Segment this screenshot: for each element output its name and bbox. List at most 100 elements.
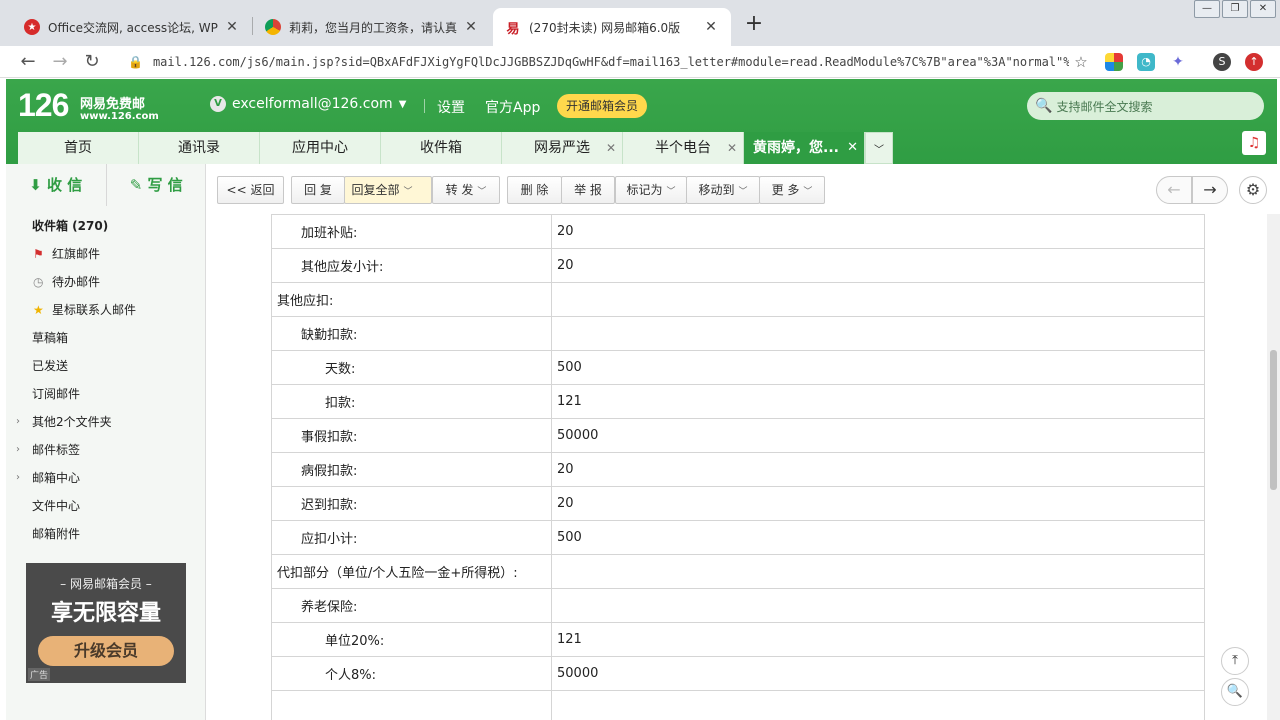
chevron-down-icon: ﹀ — [738, 187, 748, 197]
browser-tab-office[interactable]: ★ Office交流网, access论坛, WPS办 ✕ — [12, 8, 252, 46]
compose-button[interactable]: ✎ 写 信 — [107, 164, 207, 206]
sidebar-item-red-flag[interactable]: ⚑ 红旗邮件 — [6, 240, 206, 268]
salary-item-value: 20 — [551, 248, 1205, 283]
music-icon[interactable]: ♫ — [1242, 131, 1266, 155]
minimize-icon[interactable]: — — [1194, 0, 1220, 18]
app-link[interactable]: 官方App — [485, 97, 540, 117]
delete-button[interactable]: 删 除 — [507, 176, 562, 204]
sidebar-item-attachments[interactable]: 邮箱附件 — [6, 520, 206, 548]
close-window-icon[interactable]: ✕ — [1250, 0, 1276, 18]
folder-label: 草稿箱 — [32, 331, 69, 345]
gear-icon[interactable]: ⚙ — [1239, 176, 1267, 204]
chevron-down-icon: ▼ — [398, 98, 407, 110]
salary-item-value — [551, 588, 1205, 623]
receive-label: 收 信 — [47, 176, 83, 194]
tab-radio[interactable]: 半个电台 ✕ — [623, 132, 744, 164]
close-icon[interactable]: ✕ — [727, 132, 737, 164]
chevron-down-icon[interactable]: ﹀ — [477, 187, 486, 197]
address-bar[interactable]: 🔒 mail.126.com/js6/main.jsp?sid=QBxAFdFJ… — [118, 48, 1093, 76]
sidebar-item-drafts[interactable]: 草稿箱 — [6, 324, 206, 352]
close-tab-icon[interactable]: ✕ — [224, 19, 240, 35]
mail-logo[interactable]: 126 — [18, 87, 69, 124]
profile-avatar-icon[interactable]: S — [1213, 53, 1231, 71]
back-arrow-icon[interactable]: ← — [16, 50, 40, 74]
table-row: 缺勤扣款: — [271, 316, 1205, 351]
scrollbar-thumb[interactable] — [1270, 350, 1277, 490]
sidebar-item-mail-center[interactable]: › 邮箱中心 — [6, 464, 206, 492]
upgrade-button[interactable]: 升级会员 — [38, 636, 174, 666]
salary-item-value: 20 — [551, 452, 1205, 487]
scroll-to-top-icon[interactable]: ⤒ — [1221, 647, 1249, 675]
extension-star-icon[interactable]: ✦ — [1169, 53, 1187, 71]
tab-title: 莉莉，您当月的工资条，请认真核 — [289, 20, 457, 35]
receive-button[interactable]: ⬇ 收 信 — [6, 164, 107, 206]
account-menu[interactable]: V excelformall@126.com ▼ — [210, 96, 406, 112]
browser-tab-bar: ★ Office交流网, access论坛, WPS办 ✕ 莉莉，您当月的工资条… — [0, 0, 1280, 46]
zoom-icon[interactable]: 🔍 — [1221, 678, 1249, 706]
browser-toolbar: ← → ↻ 🔒 mail.126.com/js6/main.jsp?sid=QB… — [0, 46, 1280, 78]
mail-header: 126 网易免费邮 www.126.com V excelformall@126… — [6, 79, 1277, 164]
extension-icon[interactable] — [1105, 53, 1123, 71]
star-icon: ★ — [33, 303, 44, 317]
more-button[interactable]: 更 多 ﹀ — [759, 176, 825, 204]
chrome-favicon-icon — [265, 19, 281, 35]
previous-mail-arrow-icon[interactable]: ← — [1156, 176, 1192, 204]
sidebar-item-starred[interactable]: ★ 星标联系人邮件 — [6, 296, 206, 324]
folder-label: 文件中心 — [32, 499, 81, 513]
vertical-scrollbar[interactable] — [1267, 214, 1280, 720]
sidebar-item-file-center[interactable]: 文件中心 — [6, 492, 206, 520]
close-icon[interactable]: ✕ — [847, 132, 858, 164]
tab-more-dropdown[interactable]: ﹀ — [865, 132, 893, 164]
folder-label: 星标联系人邮件 — [52, 303, 137, 317]
browser-tab-salary[interactable]: 莉莉，您当月的工资条，请认真核 ✕ — [253, 8, 491, 46]
new-tab-icon[interactable]: + — [742, 13, 766, 37]
search-input[interactable]: 🔍 支持邮件全文搜索 — [1027, 92, 1264, 120]
maximize-icon[interactable]: ❐ — [1222, 0, 1248, 18]
tab-inbox[interactable]: 收件箱 — [381, 132, 502, 164]
clock-icon: ◷ — [33, 275, 44, 289]
extension-chart-icon[interactable]: ◔ — [1137, 53, 1155, 71]
salary-item-value — [551, 554, 1205, 589]
update-icon[interactable]: ↑ — [1245, 53, 1263, 71]
salary-item-value — [551, 316, 1205, 351]
sidebar-item-tags[interactable]: › 邮件标签 — [6, 436, 206, 464]
chevron-down-icon: ﹀ — [666, 187, 676, 197]
reply-all-button[interactable]: 回复全部 ﹀ — [344, 176, 432, 204]
tab-home[interactable]: 首页 — [18, 132, 139, 164]
settings-link[interactable]: 设置 — [437, 97, 465, 117]
reload-icon[interactable]: ↻ — [80, 50, 104, 74]
tab-yanxuan[interactable]: 网易严选 ✕ — [502, 132, 623, 164]
close-tab-icon[interactable]: ✕ — [703, 19, 719, 35]
sidebar-item-todo[interactable]: ◷ 待办邮件 — [6, 268, 206, 296]
mail-sidebar: ⬇ 收 信 ✎ 写 信 收件箱 (270) ⚑ 红旗邮件 ◷ 待办邮件 ★ 星标联系人… — [6, 164, 206, 720]
report-button[interactable]: 举 报 — [561, 176, 615, 204]
back-button[interactable]: << 返回 — [217, 176, 284, 204]
vip-ad-banner[interactable]: – 网易邮箱会员 – 享无限容量 升级会员 广告 — [26, 563, 186, 683]
tab-apps[interactable]: 应用中心 — [260, 132, 381, 164]
table-row: 事假扣款: 50000 — [271, 418, 1205, 453]
close-tab-icon[interactable]: ✕ — [463, 19, 479, 35]
sidebar-item-sent[interactable]: 已发送 — [6, 352, 206, 380]
tab-label: 通讯录 — [178, 140, 220, 156]
mark-as-button[interactable]: 标记为 ﹀ — [615, 176, 687, 204]
move-to-button[interactable]: 移动到 ﹀ — [686, 176, 760, 204]
browser-tab-mail[interactable]: 易 (270封未读) 网易邮箱6.0版 ✕ — [493, 8, 731, 46]
vip-button[interactable]: 开通邮箱会员 — [557, 94, 647, 118]
sidebar-item-subscriptions[interactable]: 订阅邮件 — [6, 380, 206, 408]
chevron-right-icon: › — [16, 416, 20, 427]
tab-current-mail[interactable]: 黄雨婷，您... ✕ — [744, 132, 865, 164]
close-icon[interactable]: ✕ — [606, 132, 616, 164]
forward-button[interactable]: 转 发 ﹀ — [432, 176, 500, 204]
folder-label: 订阅邮件 — [32, 387, 81, 401]
chevron-down-icon[interactable]: ﹀ — [404, 187, 413, 197]
forward-arrow-icon[interactable]: → — [48, 50, 72, 74]
salary-item-label: 缺勤扣款: — [271, 316, 552, 351]
next-mail-arrow-icon[interactable]: → — [1192, 176, 1228, 204]
sidebar-item-other-folders[interactable]: › 其他2个文件夹 — [6, 408, 206, 436]
bookmark-star-icon[interactable]: ☆ — [1069, 53, 1093, 71]
tab-contacts[interactable]: 通讯录 — [139, 132, 260, 164]
sidebar-item-inbox[interactable]: 收件箱 (270) — [6, 212, 206, 240]
tab-label: 黄雨婷，您... — [753, 140, 839, 156]
reply-button[interactable]: 回 复 — [291, 176, 345, 204]
chevron-right-icon: › — [16, 444, 20, 455]
